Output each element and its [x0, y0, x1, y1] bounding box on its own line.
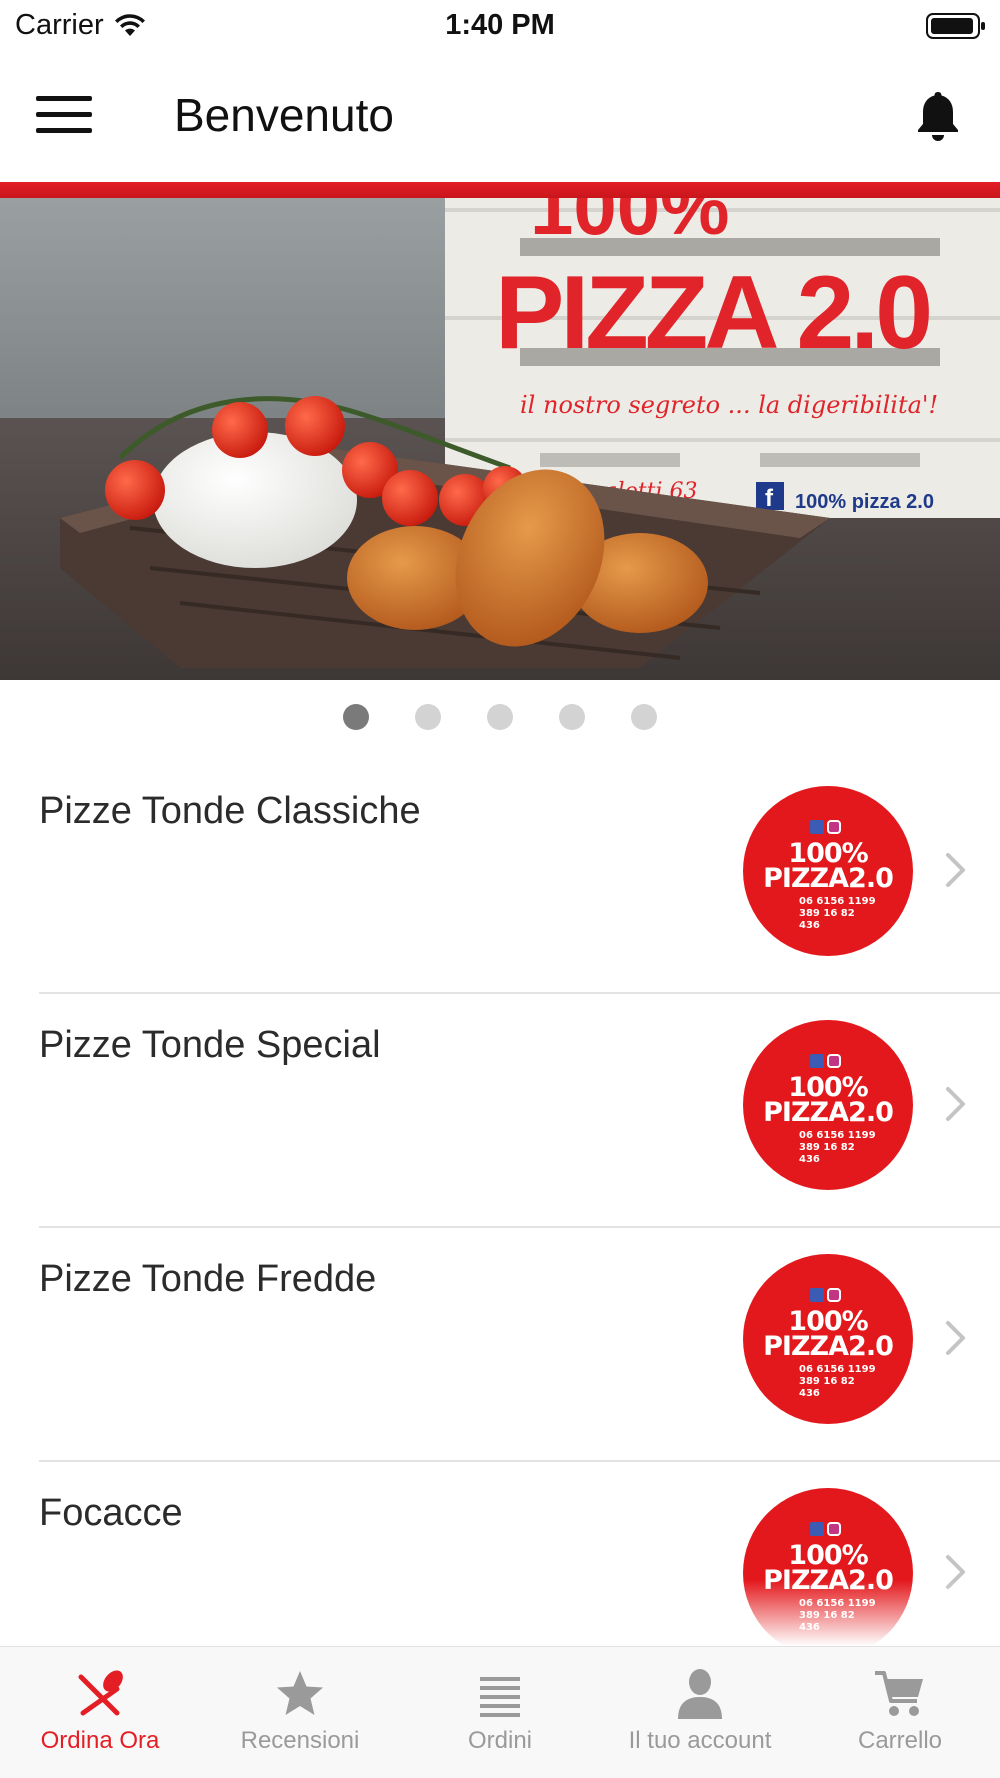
carousel-dot[interactable] — [415, 704, 441, 730]
logo-phone2: 389 16 82 436 — [799, 1376, 855, 1399]
carousel-dot[interactable] — [343, 704, 369, 730]
carousel-dot[interactable] — [559, 704, 585, 730]
logo-phone2: 389 16 82 436 — [799, 1610, 855, 1633]
battery-icon — [926, 13, 985, 39]
category-logo: 100% PIZZA2.0 06 6156 1199 389 16 82 436 — [743, 786, 913, 956]
banner-social: 100% pizza 2.0 — [795, 491, 934, 513]
banner-tagline: il nostro segreto ... la digeribilita'! — [520, 391, 938, 419]
tab-ordina-ora[interactable]: Ordina Ora — [0, 1647, 200, 1778]
logo-line2: PIZZA2.0 — [763, 1097, 894, 1128]
logo-phone2: 389 16 82 436 — [799, 1142, 855, 1165]
logo-phone1: 06 6156 1199 — [799, 1130, 876, 1141]
chevron-right-icon — [946, 1321, 965, 1355]
logo-phone1: 06 6156 1199 — [799, 896, 876, 907]
category-logo: 100% PIZZA2.0 06 6156 1199 389 16 82 436 — [743, 1020, 913, 1190]
logo-line2: PIZZA2.0 — [763, 1331, 894, 1362]
category-label: Pizze Tonde Fredde — [39, 1258, 377, 1300]
page-title: Benvenuto — [174, 89, 394, 141]
carousel-dot[interactable] — [631, 704, 657, 730]
status-time: 1:40 PM — [445, 9, 555, 41]
category-label: Focacce — [39, 1492, 183, 1534]
category-logo: 100% PIZZA2.0 06 6156 1199 389 16 82 436 — [743, 1488, 913, 1658]
logo-phone1: 06 6156 1199 — [799, 1364, 876, 1375]
svg-text:f: f — [765, 485, 774, 512]
chevron-right-icon — [946, 853, 965, 887]
logo-phone1: 06 6156 1199 — [799, 1598, 876, 1609]
tab-label: Il tuo account — [628, 1727, 772, 1754]
tab-bar: Ordina Ora Recensioni Ordini Il tuo acco… — [0, 1646, 1000, 1778]
category-logo: 100% PIZZA2.0 06 6156 1199 389 16 82 436 — [743, 1254, 913, 1424]
category-label: Pizze Tonde Special — [39, 1024, 381, 1066]
fork-spoon-icon — [78, 1670, 123, 1716]
chevron-right-icon — [946, 1555, 965, 1589]
tab-il-tuo-account[interactable]: Il tuo account — [600, 1647, 800, 1778]
carousel-dot[interactable] — [487, 704, 513, 730]
tab-label: Recensioni — [240, 1727, 360, 1754]
chevron-right-icon — [946, 1087, 965, 1121]
hamburger-menu-icon[interactable] — [36, 96, 92, 140]
tab-label: Ordini — [467, 1727, 533, 1754]
logo-line2: PIZZA2.0 — [763, 1565, 894, 1596]
logo-phone2: 389 16 82 436 — [799, 908, 855, 931]
list-icon — [480, 1677, 520, 1717]
tab-ordini[interactable]: Ordini — [400, 1647, 600, 1778]
header-accent-bar — [0, 182, 1000, 198]
category-item-pizze-tonde-special[interactable]: Pizze Tonde Special 100% PIZZA2.0 06 615… — [39, 994, 1000, 1228]
banner-line2: PIZZA 2.0 — [495, 255, 929, 371]
banner-line1: 100% — [530, 198, 730, 251]
tab-recensioni[interactable]: Recensioni — [200, 1647, 400, 1778]
tab-carrello[interactable]: Carrello — [800, 1647, 1000, 1778]
category-item-pizze-tonde-fredde[interactable]: Pizze Tonde Fredde 100% PIZZA2.0 06 6156… — [39, 1228, 1000, 1462]
category-label: Pizze Tonde Classiche — [39, 790, 421, 832]
status-bar: Carrier 1:40 PM — [0, 0, 1000, 50]
hero-image: 100% PIZZA 2.0 il nostro segreto ... la … — [0, 198, 1000, 680]
tab-label: Ordina Ora — [40, 1727, 160, 1754]
tab-label: Carrello — [857, 1727, 943, 1754]
star-icon — [277, 1671, 323, 1715]
user-icon — [678, 1669, 722, 1719]
category-list: Pizze Tonde Classiche 100% PIZZA2.0 06 6… — [0, 760, 1000, 1696]
category-item-pizze-tonde-classiche[interactable]: Pizze Tonde Classiche 100% PIZZA2.0 06 6… — [39, 760, 1000, 994]
bell-icon[interactable] — [912, 88, 964, 144]
hero-carousel[interactable]: 100% PIZZA 2.0 il nostro segreto ... la … — [0, 198, 1000, 680]
logo-line2: PIZZA2.0 — [763, 863, 894, 894]
app-header: Benvenuto — [0, 60, 1000, 180]
carousel-pagination — [0, 704, 1000, 730]
cart-icon — [875, 1671, 923, 1716]
